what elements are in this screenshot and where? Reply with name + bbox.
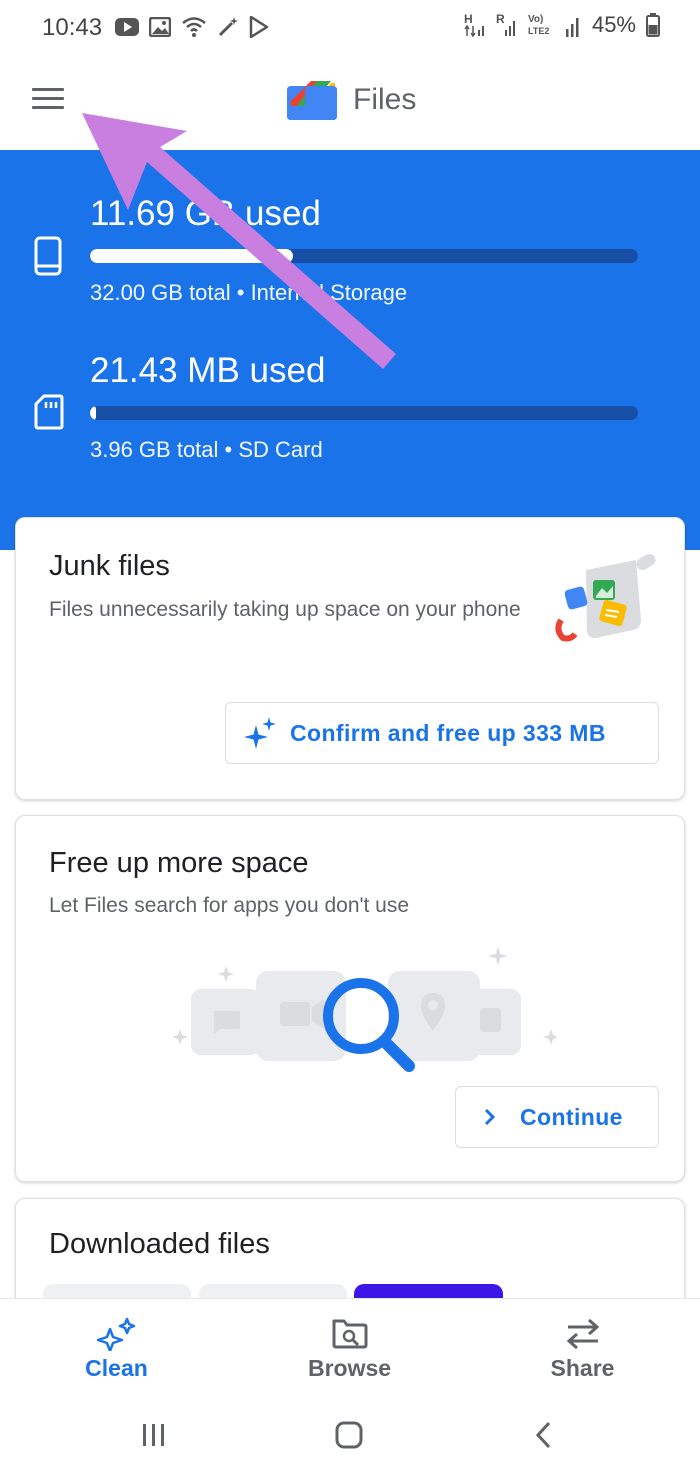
network-r-icon: R — [496, 12, 515, 36]
free-up-space-title: Free up more space — [49, 847, 309, 879]
battery-icon — [646, 13, 660, 37]
internal-used-text: 11.69 GB used — [90, 194, 321, 233]
nav-browse[interactable]: Browse — [233, 1299, 466, 1399]
search-apps-illustration — [172, 946, 556, 1072]
svg-text:R: R — [496, 12, 505, 26]
junk-files-description: Files unnecessarily taking up space on y… — [49, 598, 521, 621]
wifi-call-icon — [182, 17, 206, 37]
home-icon[interactable] — [334, 1420, 364, 1450]
sparkle-icon — [96, 1317, 135, 1351]
sd-storage-bar — [90, 406, 638, 420]
app-title-group: Files — [287, 78, 416, 122]
free-up-space-card[interactable]: Free up more space Let Files search for … — [15, 815, 685, 1182]
confirm-free-up-label: Confirm and free up 333 MB — [290, 719, 606, 746]
gallery-icon — [149, 17, 171, 37]
downloaded-files-title: Downloaded files — [49, 1228, 270, 1260]
signal-icon — [565, 18, 579, 37]
internal-storage-fill — [90, 249, 293, 263]
nav-share-label: Share — [550, 1355, 615, 1381]
system-navigation — [0, 1398, 700, 1476]
bottom-navigation: Clean Browse Share — [0, 1298, 700, 1398]
recents-icon[interactable] — [140, 1420, 168, 1450]
files-logo-icon — [287, 81, 337, 120]
battery-percent: 45% — [591, 12, 636, 37]
system-status-icons: H R Vo) LTE2 45% — [464, 12, 660, 38]
back-icon[interactable] — [532, 1420, 556, 1450]
play-store-icon — [249, 16, 269, 38]
youtube-icon — [115, 18, 139, 36]
phone-icon — [34, 236, 62, 276]
sparkle-icon — [244, 717, 276, 749]
nav-browse-label: Browse — [307, 1355, 392, 1381]
volte-lte2-icon: Vo)LTE2 — [528, 14, 549, 36]
status-bar: 10:43 H R Vo) LTE2 45% — [0, 0, 700, 58]
storage-summary[interactable]: 11.69 GB used 32.00 GB total • Internal … — [0, 150, 700, 550]
junk-files-title: Junk files — [49, 550, 170, 582]
internal-storage-bar — [90, 249, 638, 263]
app-bar: Files — [0, 58, 700, 150]
sd-used-text: 21.43 MB used — [90, 351, 326, 390]
sd-total-text: 3.96 GB total • SD Card — [90, 437, 323, 462]
app-title: Files — [353, 83, 417, 116]
swap-arrows-icon — [566, 1318, 599, 1350]
chevron-right-icon — [484, 1108, 496, 1126]
status-time: 10:43 — [42, 14, 103, 41]
nav-clean[interactable]: Clean — [0, 1299, 233, 1399]
svg-text:LTE2: LTE2 — [528, 26, 549, 36]
browse-folder-icon — [332, 1319, 367, 1349]
magic-icon — [218, 17, 238, 37]
nav-share[interactable]: Share — [466, 1299, 699, 1399]
network-h-icon: H — [464, 12, 484, 38]
svg-text:H: H — [464, 12, 473, 26]
svg-text:Vo): Vo) — [528, 14, 543, 25]
continue-label: Continue — [520, 1103, 623, 1130]
notification-icons — [115, 16, 269, 38]
free-up-space-description: Let Files search for apps you don't use — [49, 894, 410, 917]
hamburger-menu-icon[interactable] — [28, 82, 70, 124]
nav-clean-label: Clean — [85, 1355, 148, 1381]
confirm-free-up-button[interactable]: Confirm and free up 333 MB — [225, 702, 659, 764]
sd-storage-fill — [90, 406, 96, 420]
sd-card-icon — [34, 394, 64, 430]
junk-files-card[interactable]: Junk files Files unnecessarily taking up… — [15, 517, 685, 800]
cleaning-dustpan-icon — [555, 554, 656, 642]
continue-button[interactable]: Continue — [455, 1086, 659, 1148]
internal-total-text: 32.00 GB total • Internal Storage — [90, 280, 408, 305]
